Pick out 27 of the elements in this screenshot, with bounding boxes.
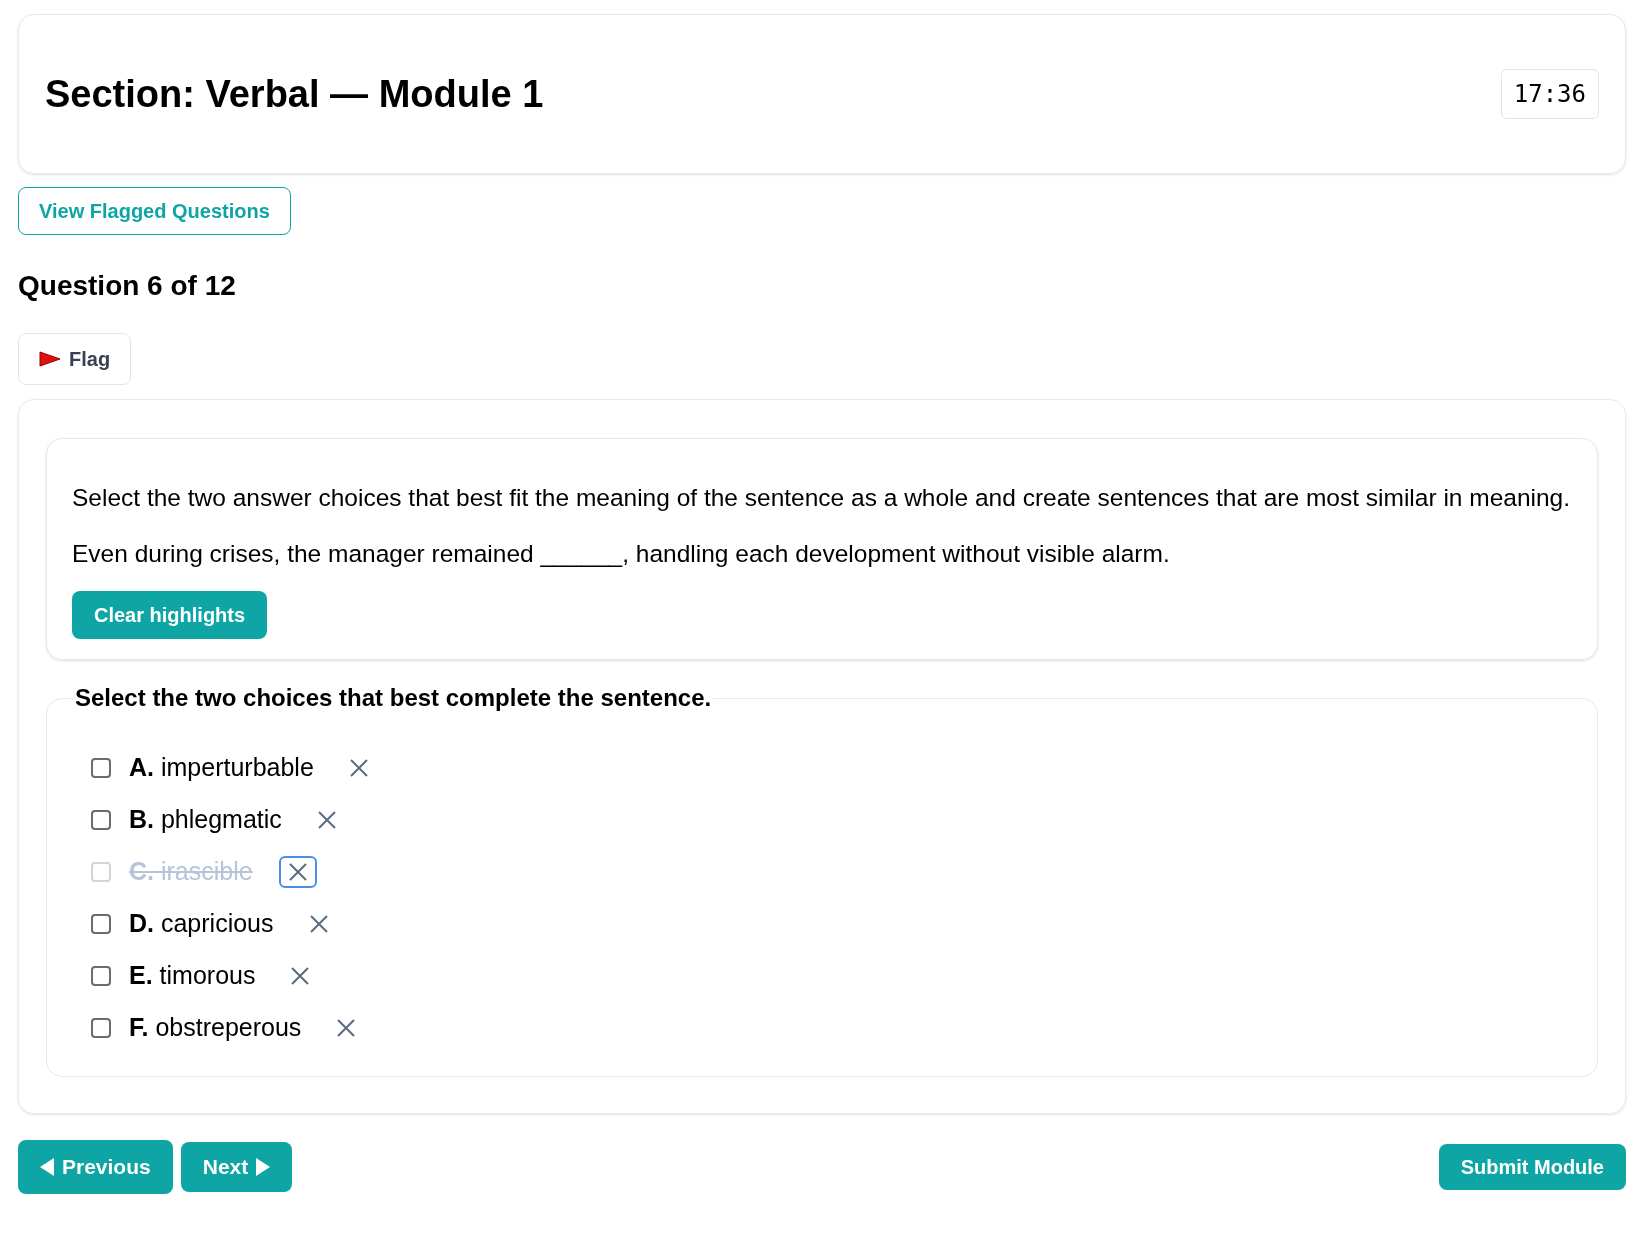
choice-label[interactable]: E. timorous bbox=[129, 957, 256, 995]
left-triangle-icon bbox=[40, 1158, 54, 1176]
choice-checkbox[interactable] bbox=[91, 810, 111, 830]
close-icon bbox=[316, 810, 337, 830]
choice-checkbox[interactable] bbox=[91, 758, 111, 778]
close-icon bbox=[287, 862, 308, 882]
eliminate-button[interactable] bbox=[278, 856, 317, 888]
flag-button[interactable]: Flag bbox=[18, 333, 132, 385]
timer: 17:36 bbox=[1500, 69, 1599, 119]
choice-checkbox[interactable] bbox=[91, 1018, 111, 1038]
sentence-text: Even during crises, the manager remained ______, handling each development without visible alarm. bbox=[72, 539, 1171, 569]
instruction-text: Select the two answer choices that best fit the meaning of the sentence as a whole and create sentences that are most similar in meaning. bbox=[72, 483, 1572, 513]
right-triangle-icon bbox=[256, 1158, 271, 1176]
close-icon bbox=[348, 758, 369, 778]
choice-label[interactable]: B. phlegmatic bbox=[129, 801, 282, 839]
close-icon bbox=[336, 1018, 357, 1038]
choice-label[interactable]: A. imperturbable bbox=[129, 749, 314, 787]
choice-checkbox[interactable] bbox=[91, 914, 111, 934]
close-icon bbox=[290, 966, 311, 986]
choices-legend: Select the two choices that best complete the sentence. bbox=[73, 680, 714, 716]
section-title: Section: Verbal — Module 1 bbox=[45, 71, 544, 117]
flag-icon bbox=[39, 351, 61, 367]
choice-label[interactable]: D. capricious bbox=[129, 905, 274, 943]
close-icon bbox=[308, 914, 329, 934]
choice-label[interactable]: F. obstreperous bbox=[129, 1009, 302, 1047]
question-heading: Question 6 of 12 bbox=[18, 269, 237, 303]
choice-checkbox[interactable] bbox=[91, 966, 111, 986]
